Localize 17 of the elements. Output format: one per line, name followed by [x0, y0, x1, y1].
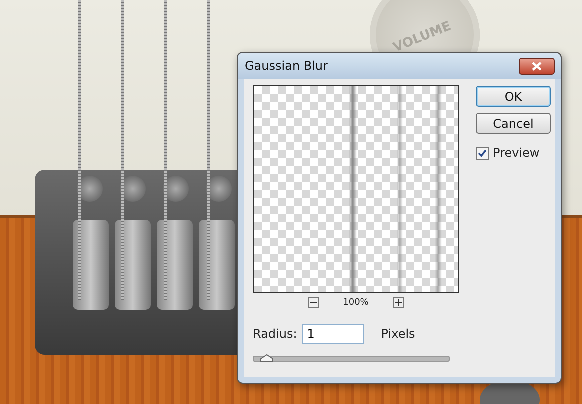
plus-icon	[394, 299, 402, 306]
minus-icon	[310, 299, 318, 306]
check-icon	[478, 148, 487, 158]
zoom-in-button[interactable]	[392, 297, 404, 308]
close-button[interactable]	[519, 58, 555, 74]
cancel-button[interactable]: Cancel	[476, 113, 551, 134]
radius-slider[interactable]	[253, 356, 450, 362]
preview-checkbox[interactable]: Preview	[476, 146, 540, 160]
zoom-out-button[interactable]	[308, 297, 320, 308]
window-title: Gaussian Blur	[245, 59, 328, 73]
radius-field[interactable]: 1	[302, 324, 364, 344]
close-icon	[532, 62, 542, 70]
slider-thumb[interactable]	[260, 354, 274, 363]
zoom-level: 100%	[343, 298, 369, 308]
ok-button[interactable]: OK	[476, 86, 551, 107]
radius-label: Radius:	[253, 327, 298, 341]
unit-label: Pixels	[381, 327, 416, 341]
